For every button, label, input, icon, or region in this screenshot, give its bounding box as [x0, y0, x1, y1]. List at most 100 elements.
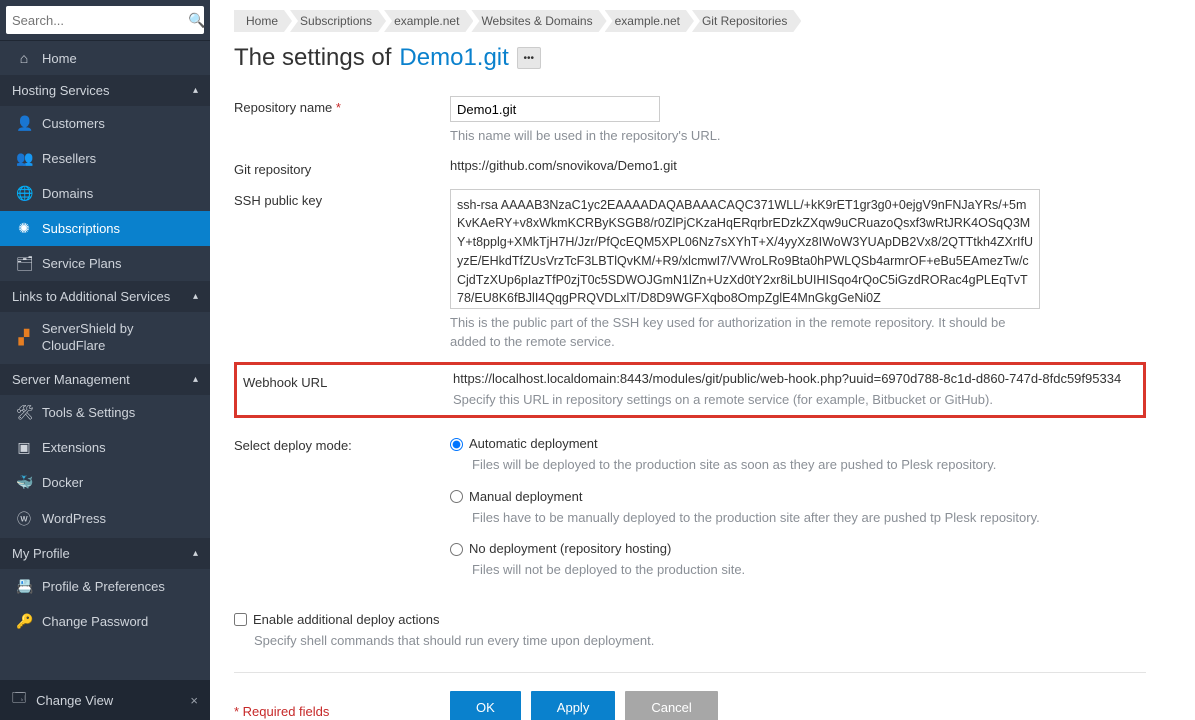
- change-view[interactable]: 🗔 Change View ×: [0, 680, 210, 720]
- deploy-none-radio[interactable]: [450, 543, 463, 556]
- row-deploy: Select deploy mode: Automatic deployment…: [234, 428, 1146, 600]
- key-icon: 🔑: [16, 613, 32, 630]
- webhook-highlight: Webhook URL https://localhost.localdomai…: [234, 362, 1146, 419]
- gear-icon: ✺: [16, 220, 32, 237]
- crumb-websites[interactable]: Websites & Domains: [471, 10, 606, 32]
- nav-label: Docker: [42, 475, 83, 490]
- nav-label: Domains: [42, 186, 93, 201]
- footer-row: * Required fields OK Apply Cancel: [234, 685, 1146, 720]
- crumb-home[interactable]: Home: [234, 10, 292, 32]
- title-repo: Demo1.git: [399, 44, 508, 72]
- nav-wordpress[interactable]: ⓦ WordPress: [0, 500, 210, 538]
- extensions-icon: ▣: [16, 439, 32, 456]
- nav-header-server-label: Server Management: [12, 372, 130, 387]
- cancel-button[interactable]: Cancel: [625, 691, 717, 720]
- title-prefix: The settings of: [234, 44, 391, 72]
- apply-button[interactable]: Apply: [531, 691, 616, 720]
- main-content: Home Subscriptions example.net Websites …: [210, 0, 1170, 720]
- required-note: * Required fields: [234, 696, 450, 719]
- nav-domains[interactable]: 🌐 Domains: [0, 176, 210, 211]
- nav-extensions[interactable]: ▣ Extensions: [0, 430, 210, 465]
- row-extra-actions: Enable additional deploy actions Specify…: [234, 600, 1146, 657]
- wordpress-icon: ⓦ: [16, 509, 32, 529]
- nav-tools-settings[interactable]: 🛠 Tools & Settings: [0, 395, 210, 430]
- deploy-auto-radio[interactable]: [450, 438, 463, 451]
- crumb-subscriptions[interactable]: Subscriptions: [290, 10, 386, 32]
- deploy-none-help: Files will not be deployed to the produc…: [472, 560, 1092, 580]
- ok-button[interactable]: OK: [450, 691, 521, 720]
- nav-home-label: Home: [42, 51, 77, 66]
- cloudflare-icon: ▞: [16, 329, 32, 346]
- search-input[interactable]: [12, 13, 188, 28]
- nav-docker[interactable]: 🐳Docker: [0, 465, 210, 500]
- nav-label: ServerShield by CloudFlare: [42, 321, 198, 355]
- deploy-auto-option[interactable]: Automatic deployment: [450, 436, 1146, 451]
- user-icon: 👤: [16, 115, 32, 132]
- repo-name-help: This name will be used in the repository…: [450, 126, 1146, 146]
- deploy-manual-label: Manual deployment: [469, 489, 582, 504]
- search-icon[interactable]: 🔍: [188, 12, 205, 29]
- nav-resellers[interactable]: 👥 Resellers: [0, 141, 210, 176]
- nav-label: Extensions: [42, 440, 106, 455]
- chevron-up-icon: ▴: [193, 374, 198, 385]
- repo-name-input[interactable]: [450, 96, 660, 122]
- crumb-domain2[interactable]: example.net: [605, 10, 694, 32]
- extra-actions-option[interactable]: Enable additional deploy actions: [234, 612, 1146, 627]
- search-wrap: 🔍: [0, 0, 210, 41]
- deploy-manual-option[interactable]: Manual deployment: [450, 489, 1146, 504]
- webhook-help: Specify this URL in repository settings …: [453, 390, 1013, 410]
- nav-service-plans[interactable]: 🗂Service Plans: [0, 246, 210, 281]
- nav-home[interactable]: ⌂ Home: [0, 41, 210, 75]
- nav-label: Profile & Preferences: [42, 579, 165, 594]
- row-ssh: SSH public key ssh-rsa AAAAB3NzaC1yc2EAA…: [234, 183, 1146, 358]
- webhook-label: Webhook URL: [243, 371, 453, 390]
- nav-header-server[interactable]: Server Management ▴: [0, 364, 210, 395]
- nav-header-links[interactable]: Links to Additional Services ▴: [0, 281, 210, 312]
- nav-header-profile-label: My Profile: [12, 546, 70, 561]
- nav-profile-pref[interactable]: 📇Profile & Preferences: [0, 569, 210, 604]
- crumb-domain1[interactable]: example.net: [384, 10, 473, 32]
- deploy-manual-help: Files have to be manually deployed to th…: [472, 508, 1092, 528]
- users-icon: 👥: [16, 150, 32, 167]
- nav-label: WordPress: [42, 511, 106, 526]
- change-view-icon: 🗔: [12, 689, 26, 711]
- tools-icon: 🛠: [16, 404, 32, 421]
- nav-label: Resellers: [42, 151, 96, 166]
- ssh-key-box[interactable]: ssh-rsa AAAAB3NzaC1yc2EAAAADAQABAAACAQC3…: [450, 189, 1040, 309]
- nav-header-hosting[interactable]: Hosting Services ▴: [0, 75, 210, 106]
- close-icon[interactable]: ×: [190, 693, 198, 708]
- webhook-value: https://localhost.localdomain:8443/modul…: [453, 371, 1137, 386]
- title-menu-button[interactable]: •••: [517, 47, 541, 69]
- nav-label: Customers: [42, 116, 105, 131]
- plans-icon: 🗂: [16, 255, 32, 272]
- extra-actions-label: Enable additional deploy actions: [253, 612, 439, 627]
- deploy-manual-radio[interactable]: [450, 490, 463, 503]
- deploy-none-option[interactable]: No deployment (repository hosting): [450, 541, 1146, 556]
- chevron-up-icon: ▴: [193, 291, 198, 302]
- nav-change-password[interactable]: 🔑Change Password: [0, 604, 210, 639]
- deploy-label: Select deploy mode:: [234, 434, 450, 453]
- deploy-auto-help: Files will be deployed to the production…: [472, 455, 1092, 475]
- ssh-label: SSH public key: [234, 189, 450, 208]
- row-git-repo: Git repository https://github.com/snovik…: [234, 152, 1146, 183]
- chevron-up-icon: ▴: [193, 85, 198, 96]
- home-icon: ⌂: [16, 50, 32, 66]
- ssh-help: This is the public part of the SSH key u…: [450, 313, 1010, 352]
- globe-icon: 🌐: [16, 185, 32, 202]
- nav-customers[interactable]: 👤 Customers: [0, 106, 210, 141]
- change-view-label: Change View: [36, 693, 113, 708]
- nav-label: Tools & Settings: [42, 405, 135, 420]
- divider: [234, 672, 1146, 673]
- git-repo-value: https://github.com/snovikova/Demo1.git: [450, 158, 1146, 173]
- nav-header-hosting-label: Hosting Services: [12, 83, 110, 98]
- crumb-git[interactable]: Git Repositories: [692, 10, 801, 32]
- row-repo-name: Repository name * This name will be used…: [234, 90, 1146, 152]
- breadcrumbs: Home Subscriptions example.net Websites …: [234, 10, 1146, 32]
- deploy-none-label: No deployment (repository hosting): [469, 541, 671, 556]
- nav-label: Subscriptions: [42, 221, 120, 236]
- nav-header-profile[interactable]: My Profile ▴: [0, 538, 210, 569]
- nav-servershield[interactable]: ▞ ServerShield by CloudFlare: [0, 312, 210, 364]
- nav-subscriptions[interactable]: ✺ Subscriptions: [0, 211, 210, 246]
- extra-actions-checkbox[interactable]: [234, 613, 247, 626]
- search-box[interactable]: 🔍: [6, 6, 204, 34]
